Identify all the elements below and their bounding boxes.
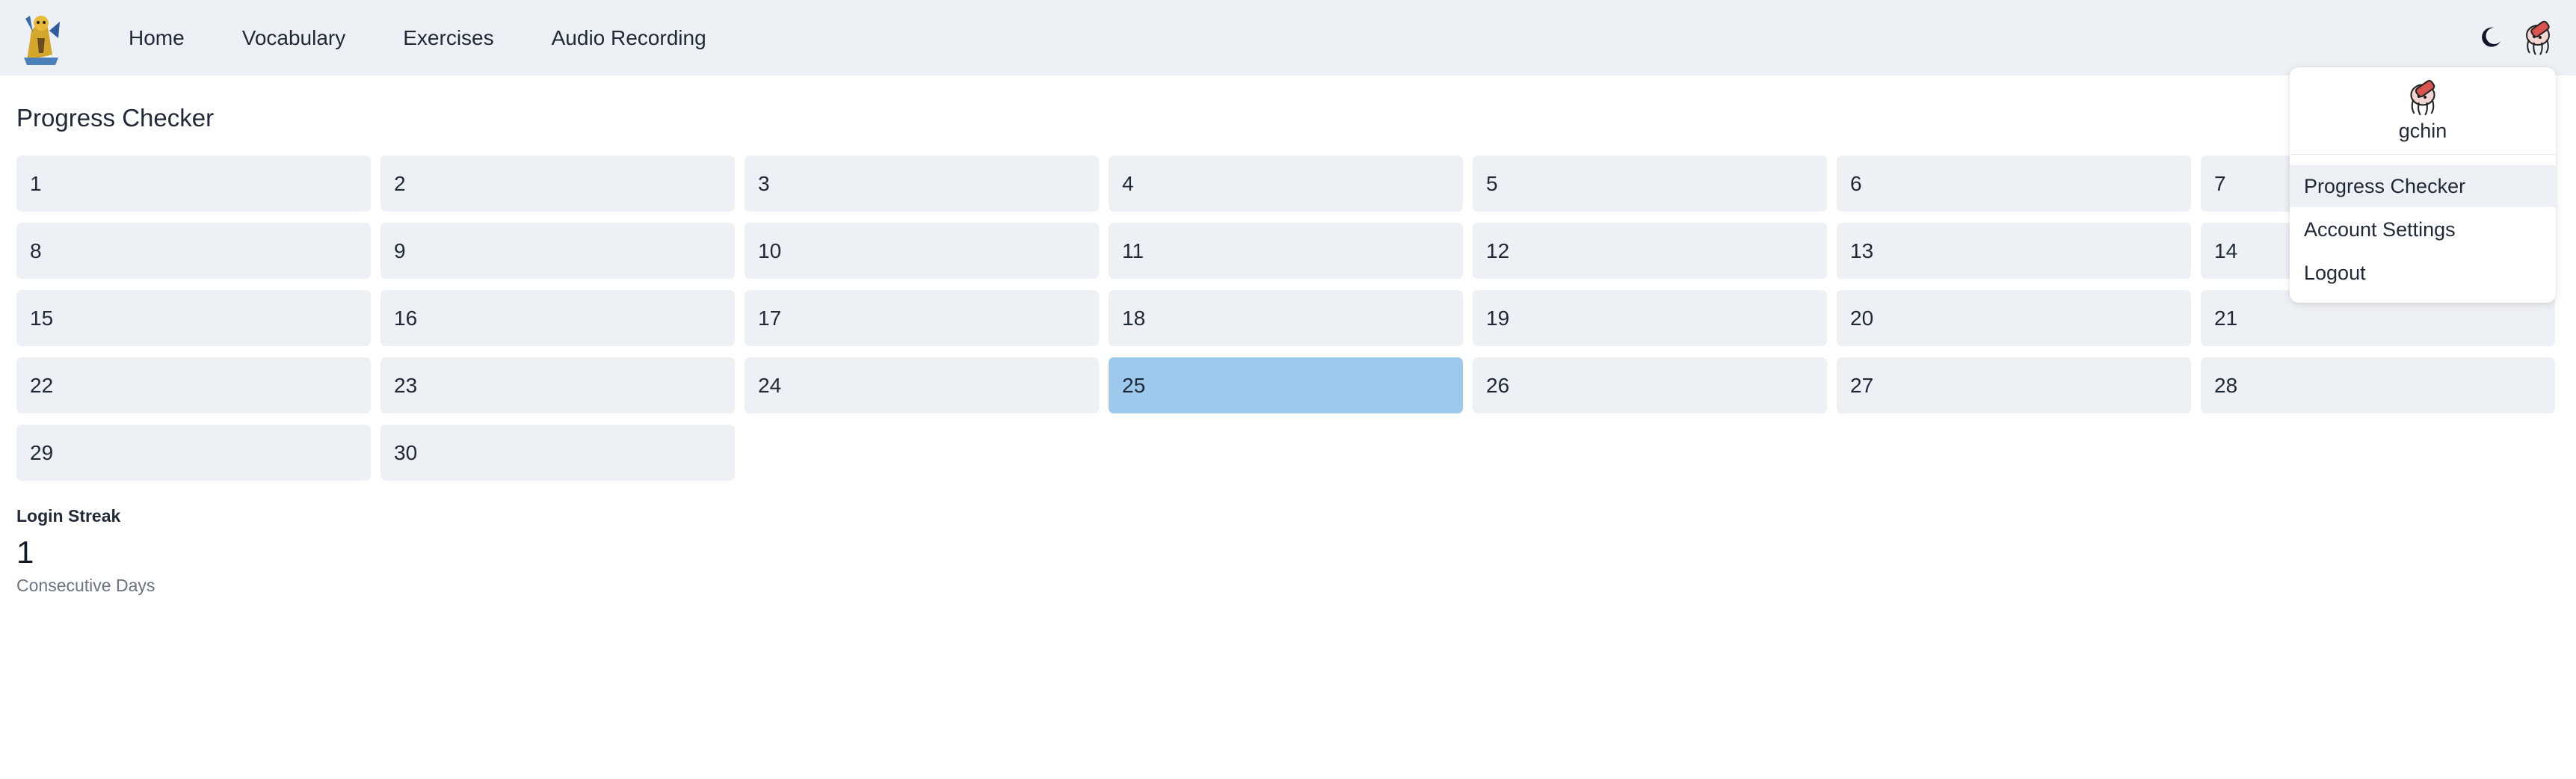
day-tile-9[interactable]: 9 <box>380 223 735 279</box>
day-tile-24[interactable]: 24 <box>745 357 1099 413</box>
day-tile-29[interactable]: 29 <box>16 425 371 481</box>
day-tile-8[interactable]: 8 <box>16 223 371 279</box>
nav-audio-recording-link[interactable]: Audio Recording <box>552 26 706 50</box>
streak-value: 1 <box>16 535 34 570</box>
day-tile-28[interactable]: 28 <box>2201 357 2555 413</box>
day-tile-23[interactable]: 23 <box>380 357 735 413</box>
menu-item-account-settings[interactable]: Account Settings <box>2290 209 2556 250</box>
day-tile-18[interactable]: 18 <box>1109 290 1463 346</box>
day-tile-15[interactable]: 15 <box>16 290 371 346</box>
menu-item-logout[interactable]: Logout <box>2290 252 2556 294</box>
page-title: Progress Checker <box>16 104 215 132</box>
dropdown-divider <box>2290 154 2556 155</box>
day-tile-4[interactable]: 4 <box>1109 156 1463 212</box>
user-avatar-icon[interactable] <box>2518 17 2558 58</box>
day-tile-20[interactable]: 20 <box>1837 290 2191 346</box>
day-tile-6[interactable]: 6 <box>1837 156 2191 212</box>
day-tile-1[interactable]: 1 <box>16 156 371 212</box>
streak-label: Login Streak <box>16 506 121 526</box>
day-tile-19[interactable]: 19 <box>1473 290 1827 346</box>
day-tile-26[interactable]: 26 <box>1473 357 1827 413</box>
day-tile-12[interactable]: 12 <box>1473 223 1827 279</box>
dropdown-avatar-icon <box>2402 76 2444 118</box>
day-tile-27[interactable]: 27 <box>1837 357 2191 413</box>
user-dropdown-menu: gchin Progress Checker Account Settings … <box>2290 67 2556 303</box>
nav-exercises-link[interactable]: Exercises <box>403 26 493 50</box>
day-tile-30[interactable]: 30 <box>380 425 735 481</box>
day-tile-11[interactable]: 11 <box>1109 223 1463 279</box>
day-tile-2[interactable]: 2 <box>380 156 735 212</box>
top-navbar: Home Vocabulary Exercises Audio Recordin… <box>0 0 2576 76</box>
day-tile-3[interactable]: 3 <box>745 156 1099 212</box>
menu-item-progress-checker[interactable]: Progress Checker <box>2290 165 2556 207</box>
moon-icon[interactable] <box>2479 25 2503 49</box>
day-tile-22[interactable]: 22 <box>16 357 371 413</box>
streak-unit: Consecutive Days <box>16 576 155 595</box>
day-grid: 1 2 3 4 5 6 7 8 9 10 11 12 13 14 15 16 17 18 19 20 21 22 23 24 2… <box>16 156 2555 481</box>
day-tile-17[interactable]: 17 <box>745 290 1099 346</box>
day-tile-13[interactable]: 13 <box>1837 223 2191 279</box>
day-tile-5[interactable]: 5 <box>1473 156 1827 212</box>
day-tile-10[interactable]: 10 <box>745 223 1099 279</box>
nav-vocabulary-link[interactable]: Vocabulary <box>242 26 346 50</box>
day-tile-16[interactable]: 16 <box>380 290 735 346</box>
day-tile-25[interactable]: 25 <box>1109 357 1463 413</box>
nav-links: Home Vocabulary Exercises Audio Recordin… <box>129 0 764 76</box>
app-logo-icon[interactable] <box>16 8 66 68</box>
dropdown-username: gchin <box>2398 120 2447 142</box>
nav-home-link[interactable]: Home <box>129 26 185 50</box>
